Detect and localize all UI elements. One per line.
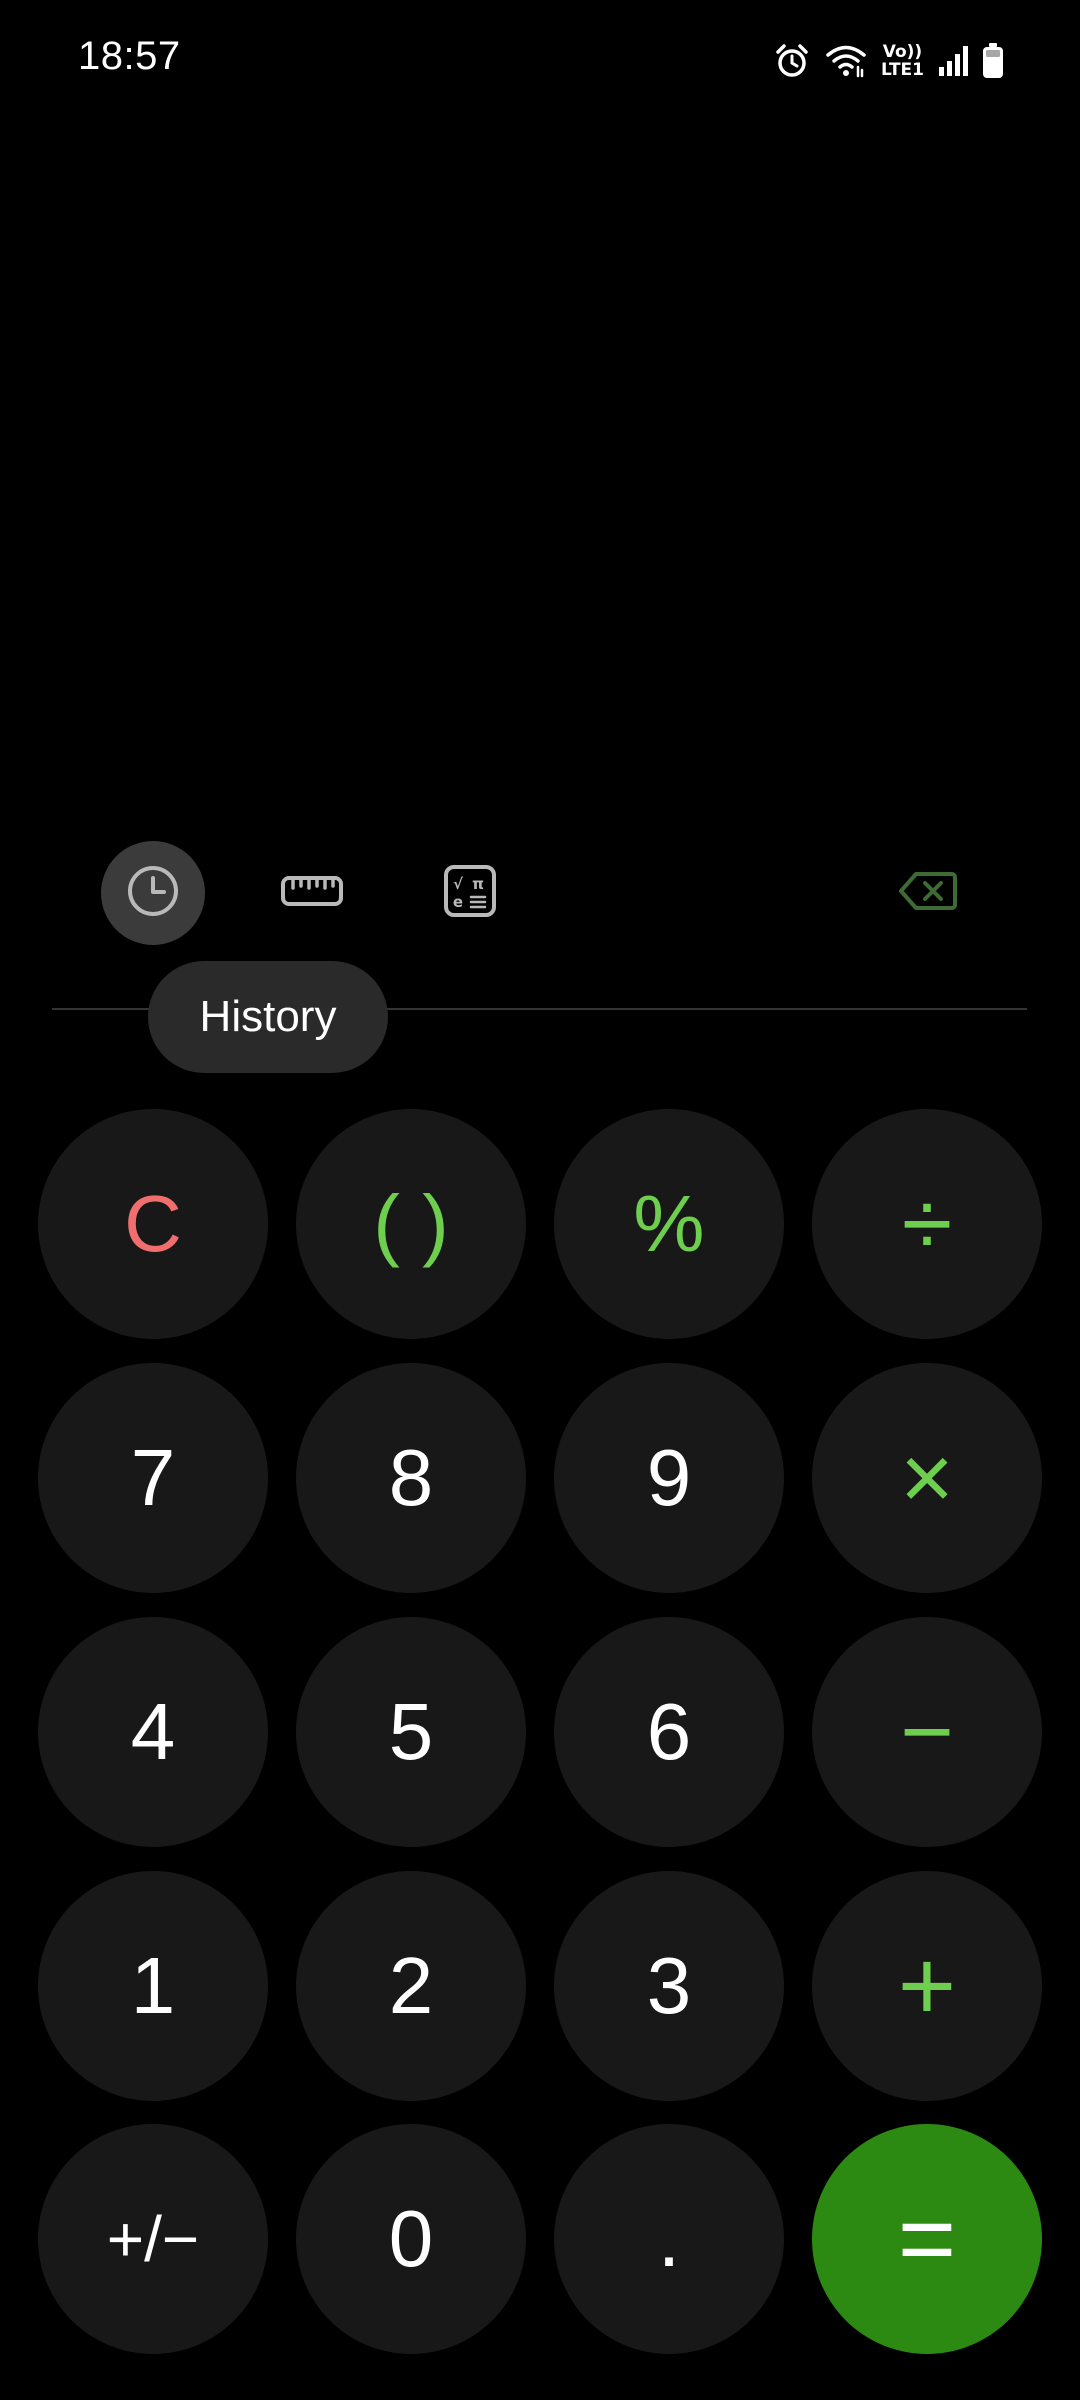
key-label: ÷	[901, 1173, 953, 1275]
decimal-point-button[interactable]: .	[554, 2124, 784, 2354]
volte-bottom-label: LTE1	[880, 60, 924, 80]
svg-text:e: e	[453, 893, 463, 911]
key-label: 0	[388, 2194, 434, 2283]
divide-button[interactable]: ÷	[812, 1109, 1042, 1339]
history-button[interactable]	[101, 841, 205, 945]
alarm-icon	[773, 42, 811, 80]
digit-9-button[interactable]: 9	[554, 1363, 784, 1593]
svg-text:π: π	[472, 875, 484, 893]
digit-2-button[interactable]: 2	[296, 1871, 526, 2101]
key-label: −	[900, 1681, 954, 1783]
subtract-button[interactable]: −	[812, 1617, 1042, 1847]
battery-icon	[982, 43, 1004, 79]
key-label: ( )	[373, 1179, 449, 1268]
key-label: 6	[646, 1687, 692, 1776]
digit-8-button[interactable]: 8	[296, 1363, 526, 1593]
digit-0-button[interactable]: 0	[296, 2124, 526, 2354]
key-label: 5	[388, 1687, 434, 1776]
equals-button[interactable]: =	[812, 2124, 1042, 2354]
clear-button[interactable]: C	[38, 1109, 268, 1339]
calculator-display[interactable]	[0, 110, 1080, 830]
signal-icon	[938, 45, 968, 77]
digit-7-button[interactable]: 7	[38, 1363, 268, 1593]
key-label: =	[897, 2183, 957, 2295]
digit-6-button[interactable]: 6	[554, 1617, 784, 1847]
plus-minus-button[interactable]: +/−	[38, 2124, 268, 2354]
key-label: +/−	[106, 2203, 200, 2275]
volte-icon: Vo)) LTE1	[881, 43, 924, 79]
key-label: 3	[646, 1941, 692, 2030]
ruler-icon	[280, 873, 344, 914]
percent-button[interactable]: %	[554, 1109, 784, 1339]
add-button[interactable]: +	[812, 1871, 1042, 2101]
key-label: 7	[130, 1433, 176, 1522]
key-label: 2	[388, 1941, 434, 2030]
key-label: 1	[130, 1941, 176, 2030]
wifi-icon	[825, 43, 867, 79]
unit-converter-button[interactable]	[260, 841, 364, 945]
key-label: ×	[900, 1427, 954, 1529]
backspace-icon	[898, 870, 958, 917]
key-label: +	[897, 1930, 957, 2042]
multiply-button[interactable]: ×	[812, 1363, 1042, 1593]
digit-1-button[interactable]: 1	[38, 1871, 268, 2101]
clock-icon	[125, 863, 181, 924]
digit-4-button[interactable]: 4	[38, 1617, 268, 1847]
key-label: %	[633, 1179, 705, 1268]
key-label: 9	[646, 1433, 692, 1522]
parentheses-button[interactable]: ( )	[296, 1109, 526, 1339]
backspace-button[interactable]	[876, 841, 980, 945]
history-tooltip: History	[148, 961, 388, 1073]
key-label: C	[124, 1179, 182, 1268]
digit-5-button[interactable]: 5	[296, 1617, 526, 1847]
key-label: 4	[130, 1687, 176, 1776]
status-icons: Vo)) LTE1	[773, 38, 1004, 84]
status-time: 18:57	[78, 34, 181, 78]
key-label: 8	[388, 1433, 434, 1522]
scientific-calc-icon: √ π e	[443, 864, 497, 923]
volte-top-label: Vo))	[882, 42, 923, 62]
svg-text:√: √	[453, 875, 464, 893]
key-label: .	[657, 2194, 681, 2283]
digit-3-button[interactable]: 3	[554, 1871, 784, 2101]
scientific-mode-button[interactable]: √ π e	[418, 841, 522, 945]
